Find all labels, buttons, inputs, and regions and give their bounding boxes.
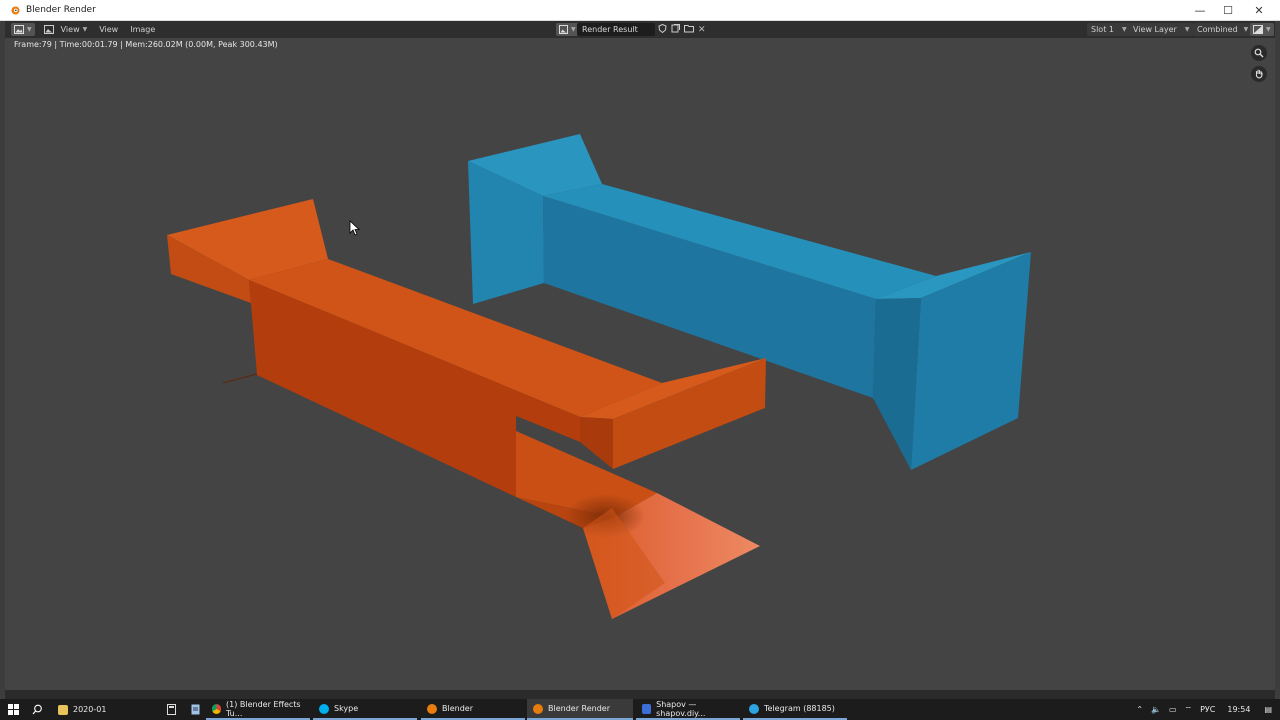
- view-dropdown-label: View: [60, 25, 80, 34]
- new-image-icon[interactable]: [671, 24, 680, 35]
- chevron-down-icon: ▼: [27, 26, 32, 33]
- chevron-down-icon: ▼: [1266, 26, 1271, 33]
- view-layer-label: View Layer: [1133, 25, 1177, 34]
- chevron-down-icon: ▼: [1243, 26, 1249, 33]
- skype-icon: [319, 703, 329, 714]
- taskbar-item-skype[interactable]: Skype: [313, 699, 417, 720]
- render-pass-dropdown[interactable]: Combined ▼: [1193, 23, 1253, 36]
- search-button[interactable]: [24, 699, 50, 720]
- browser-icon: [642, 703, 652, 714]
- editor-type-button[interactable]: ▼: [11, 23, 35, 36]
- image-editor-icon: [14, 25, 24, 34]
- battery-icon[interactable]: ▭: [1169, 705, 1177, 714]
- windows-logo-icon: [7, 704, 19, 715]
- chevron-up-icon[interactable]: ⌃: [1136, 705, 1143, 714]
- display-channels-icon: [1253, 25, 1263, 34]
- notifications-icon[interactable]: ▤: [1264, 705, 1272, 714]
- blender-icon: [533, 703, 543, 714]
- fake-user-shield-icon[interactable]: [658, 23, 667, 35]
- unlink-close-icon[interactable]: ✕: [698, 25, 706, 35]
- render-result-image: [167, 134, 1031, 619]
- taskbar-notepad[interactable]: [182, 699, 208, 720]
- maximize-button[interactable]: ☐: [1212, 0, 1244, 21]
- render-viewport[interactable]: Frame:79 | Time:00:01.79 | Mem:260.02M (…: [5, 38, 1275, 690]
- chrome-icon: [212, 703, 221, 714]
- taskbar-item-label: Blender Render: [548, 704, 611, 713]
- taskbar-item-blender[interactable]: Blender: [421, 699, 525, 720]
- open-folder-icon[interactable]: [684, 24, 694, 35]
- slot-dropdown[interactable]: Slot 1 ▼: [1087, 23, 1131, 36]
- display-channels-button[interactable]: ▼: [1250, 23, 1274, 36]
- hand-icon: [1255, 69, 1263, 79]
- pan-navigation-button[interactable]: [1251, 66, 1267, 82]
- zoom-navigation-button[interactable]: [1251, 45, 1267, 61]
- blender-status-bar: [5, 690, 1275, 699]
- taskbar-item-label: Telegram (88185): [764, 704, 835, 713]
- close-button[interactable]: ✕: [1243, 0, 1275, 21]
- taskbar-item-telegram[interactable]: Telegram (88185): [743, 699, 847, 720]
- taskbar-item-browser[interactable]: Shapov — shapov.diy...: [636, 699, 740, 720]
- taskbar-item-chrome[interactable]: (1) Blender Effects Tu...: [206, 699, 310, 720]
- slot-label: Slot 1: [1091, 25, 1114, 34]
- chevron-down-icon: ▼: [1184, 26, 1190, 33]
- image-browse-button[interactable]: ▼: [556, 23, 579, 36]
- menu-image[interactable]: Image: [126, 23, 159, 36]
- search-icon: [32, 704, 42, 715]
- image-browse-icon: [559, 25, 568, 34]
- language-indicator[interactable]: РУС: [1200, 705, 1215, 714]
- image-name-field[interactable]: Render Result: [577, 23, 655, 36]
- chevron-down-icon: ▼: [82, 26, 88, 33]
- blender-icon: [8, 3, 22, 17]
- taskbar-item-folder[interactable]: 2020-01: [52, 699, 158, 720]
- taskbar-item-label: 2020-01: [73, 705, 107, 714]
- clock[interactable]: 19:54: [1227, 705, 1250, 714]
- image-view-icon: [43, 25, 54, 34]
- windows-taskbar: 2020-01 (1) Blender Effects Tu... Skype …: [0, 699, 1280, 720]
- taskbar-item-blender-render[interactable]: Blender Render: [527, 699, 633, 720]
- window-title: Blender Render: [26, 5, 96, 15]
- calculator-icon: [166, 704, 176, 715]
- start-button[interactable]: [0, 699, 26, 720]
- view-dropdown[interactable]: View ▼: [57, 23, 92, 36]
- taskbar-item-label: (1) Blender Effects Tu...: [225, 699, 301, 718]
- folder-icon: [58, 704, 68, 715]
- menu-view[interactable]: View: [95, 23, 122, 36]
- mouse-cursor-icon: [349, 220, 361, 236]
- image-editor-header: ▼ View ▼ View Image ▼ Render Result ✕ Sl…: [5, 21, 1275, 38]
- taskbar-item-label: Skype: [334, 704, 359, 713]
- render-pass-label: Combined: [1197, 25, 1238, 34]
- network-icon[interactable]: ⌔: [1185, 705, 1193, 715]
- taskbar-item-label: Blender: [442, 704, 473, 713]
- zoom-icon: [1254, 48, 1264, 58]
- taskbar-item-label: Shapov — shapov.diy...: [656, 699, 706, 718]
- volume-icon[interactable]: 🔈: [1151, 705, 1161, 714]
- view-layer-dropdown[interactable]: View Layer ▼: [1129, 23, 1194, 36]
- chevron-down-icon: ▼: [1121, 26, 1127, 33]
- view-mode-button[interactable]: [41, 23, 57, 36]
- system-tray: ⌃ 🔈 ▭ ⌔ РУС 19:54 ▤: [1132, 699, 1280, 720]
- window-titlebar: Blender Render — ☐ ✕: [0, 0, 1280, 21]
- blender-icon: [427, 703, 437, 714]
- telegram-icon: [749, 703, 759, 714]
- orange-shadow-line: [222, 373, 258, 384]
- notepad-icon: [191, 704, 199, 715]
- chevron-down-icon: ▼: [571, 26, 576, 33]
- orange-right-flare-side: [580, 417, 613, 469]
- taskbar-calculator[interactable]: [158, 699, 184, 720]
